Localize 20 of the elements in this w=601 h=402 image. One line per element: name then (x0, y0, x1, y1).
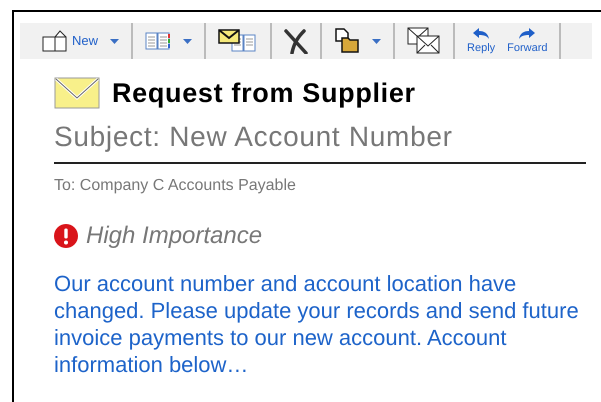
message-title: Request from Supplier (112, 77, 416, 110)
folder-icon (334, 28, 360, 54)
message-body: Our account number and account location have changed. Please update your records and send future invoice payments to our new account. Account information below… (54, 270, 580, 378)
envelope-icon (54, 77, 100, 110)
caret-icon (372, 38, 382, 44)
envelopes-icon (407, 27, 442, 55)
delete-icon (284, 28, 308, 54)
reply-arrow-icon (473, 28, 490, 39)
new-button[interactable]: New (38, 24, 124, 58)
forward-button[interactable]: Forward (503, 24, 552, 58)
new-item-icon (42, 30, 68, 52)
subject-line: Subject: New Account Number (54, 116, 586, 164)
reply-button[interactable]: Reply (463, 24, 500, 58)
forward-arrow-icon (519, 28, 536, 39)
caret-icon (110, 38, 120, 44)
recipient-line: To: Company C Accounts Payable (54, 176, 297, 196)
importance-label: High Importance (86, 220, 262, 250)
book-icon (145, 31, 172, 51)
mail-book-icon (218, 29, 258, 53)
caret-icon (183, 38, 192, 44)
